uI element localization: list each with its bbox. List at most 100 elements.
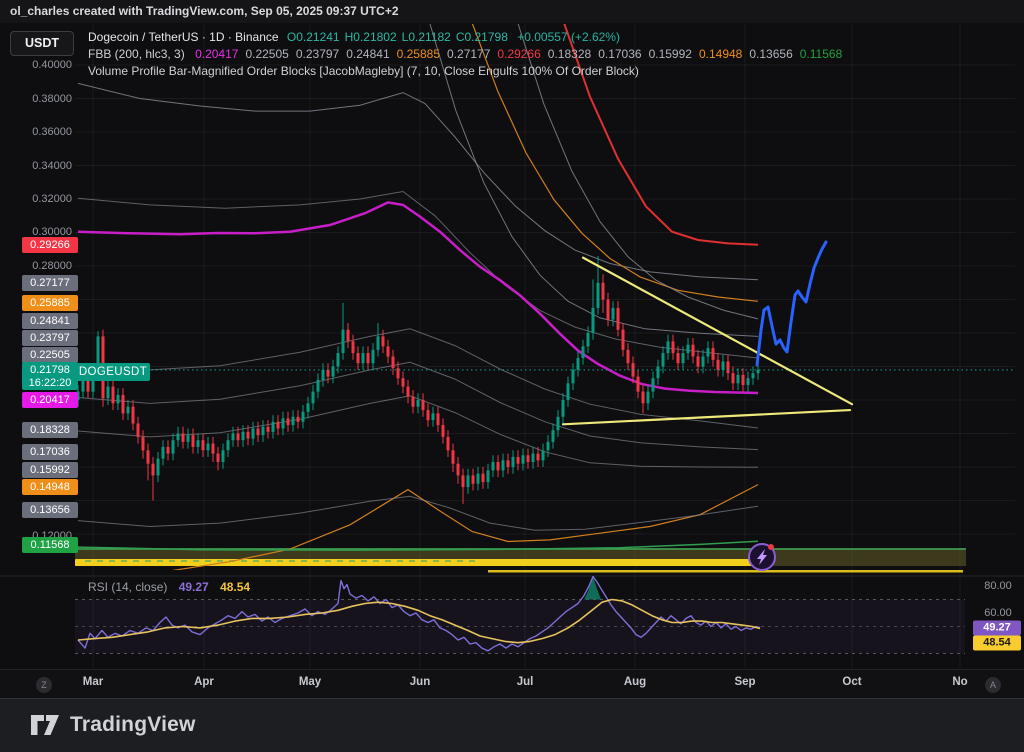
candle-body [407,387,410,397]
candle-body [622,330,625,350]
fbb-band-value: 0.29266 [497,47,540,61]
candle-body [547,442,550,450]
price-chart-canvas[interactable] [0,0,1024,700]
candle-body [522,455,525,463]
candle-body [147,450,150,463]
candle-body [557,417,560,430]
time-axis-month-label[interactable]: Jul [517,676,534,688]
rsi-legend[interactable]: RSI (14, close) 49.27 48.54 [88,580,250,594]
candle-body [682,353,685,363]
candle-body [402,378,405,386]
candle-body [707,348,710,356]
zoom-out-button[interactable]: Z [36,677,52,693]
candle-body [127,407,130,414]
legend-fbb-row[interactable]: FBB (200, hlc3, 3) 0.204170.225050.23797… [88,46,842,63]
volume-profile-indicator-name[interactable]: Volume Profile Bar-Magnified Order Block… [88,64,639,78]
tradingview-logo-icon[interactable] [30,712,60,738]
tradingview-brand-text[interactable]: TradingView [70,713,196,737]
candle-body [207,444,210,451]
candle-body [167,447,170,454]
price-level-tag: 0.18328 [22,422,78,438]
volume-profile-tick [109,560,115,562]
candle-body [347,330,350,342]
candle-body [677,353,680,363]
candle-body [447,437,450,450]
candle-body [757,370,760,373]
rsi-ma-value: 48.54 [220,580,250,594]
legend-symbol-row[interactable]: Dogecoin / TetherUS · 1D · Binance O0.21… [88,29,842,46]
time-axis[interactable]: Mar Apr May Jun Jul Aug Sep Oct No Z A [0,669,1024,697]
candle-body [327,370,330,377]
price-axis-label: 0.36000 [27,126,72,138]
candle-body [107,387,110,399]
candle-body [82,380,85,392]
candle-body [582,346,585,358]
candle-body [687,345,690,353]
candle-body [307,403,310,411]
candle-body [337,353,340,366]
fbb-band-value: 0.14948 [699,47,742,61]
candle-body [357,353,360,363]
current-price-tag: 0.2179816:22:20 [22,362,78,390]
legend-volume-profile-row[interactable]: Volume Profile Bar-Magnified Order Block… [88,63,842,80]
price-level-tag: 0.23797 [22,330,78,346]
candle-body [177,434,180,441]
fbb-band-value: 0.27177 [447,47,490,61]
fbb-band-value: 0.17036 [598,47,641,61]
change-value: +0.00557 (+2.62%) [517,30,620,44]
candle-body [467,475,470,487]
price-axis-label: 0.34000 [27,160,72,172]
candle-body [302,412,305,422]
tradingview-app: { "top_bar": { "attribution": "ol_charle… [0,0,1024,752]
fbb-band-value: 0.25885 [397,47,440,61]
time-axis-month-label[interactable]: Jun [410,676,430,688]
volume-profile-tick [361,560,367,562]
volume-profile-tick [133,560,139,562]
candle-body [597,283,600,308]
candle-body [482,474,485,482]
price-level-tag: 0.20417 [22,392,78,408]
time-axis-month-label[interactable]: Sep [734,676,755,688]
candle-body [747,378,750,385]
scroll-right-button[interactable]: A [985,677,1001,693]
fbb-band-value: 0.18328 [548,47,591,61]
volume-profile-tick [409,560,415,562]
candle-body [422,400,425,410]
time-axis-month-label[interactable]: Aug [624,676,646,688]
candle-body [487,470,490,482]
candle-body [717,360,720,370]
candle-body [697,357,700,367]
time-axis-month-label[interactable]: No [952,676,967,688]
candle-body [287,418,290,425]
time-axis-month-label[interactable]: May [299,676,321,688]
time-axis-month-label[interactable]: Apr [194,676,214,688]
volume-profile-tick [277,560,283,562]
volume-profile-tick [121,560,127,562]
candle-body [392,357,395,369]
candle-body [332,367,335,377]
fbb-indicator-name[interactable]: FBB (200, hlc3, 3) [88,47,185,61]
volume-profile-tick [241,560,247,562]
candle-body [292,417,295,425]
price-level-tag: 0.14948 [22,479,78,495]
candle-body [462,475,465,487]
fbb-band-value: 0.20417 [195,47,238,61]
symbol-title[interactable]: Dogecoin / TetherUS · 1D · Binance [88,30,279,44]
candle-body [252,429,255,439]
candle-body [512,457,515,467]
candle-body [742,375,745,385]
candle-body [587,333,590,346]
candle-body [722,362,725,370]
currency-toggle-button[interactable]: USDT [10,31,74,56]
symbol-name-tag: DOGEUSDT [76,363,150,381]
time-axis-month-label[interactable]: Mar [83,676,103,688]
rsi-indicator-name[interactable]: RSI (14, close) [88,580,167,594]
candle-body [217,454,220,462]
candle-body [192,435,195,447]
volume-profile-tick [421,560,427,562]
time-axis-month-label[interactable]: Oct [842,676,861,688]
candle-body [227,440,230,450]
candle-body [617,308,620,330]
price-axis-label: 0.32000 [27,193,72,205]
candle-body [577,358,580,370]
